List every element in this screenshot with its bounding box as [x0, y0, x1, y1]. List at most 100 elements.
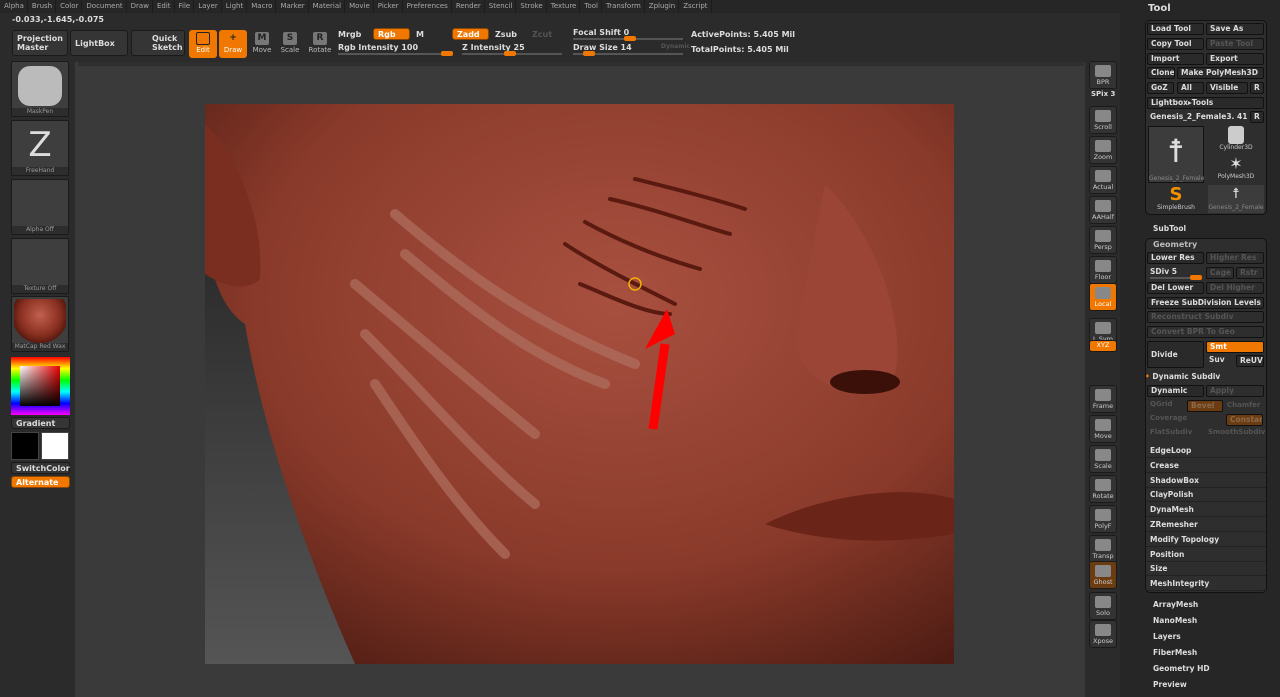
sdiv-slider[interactable]: SDiv 5 [1150, 267, 1177, 276]
coverage-slider[interactable]: Coverage [1150, 414, 1187, 422]
lower-res-button[interactable]: Lower Res [1147, 252, 1204, 264]
draw-size-slider[interactable] [573, 51, 683, 56]
rstr-button[interactable]: Rstr [1236, 267, 1264, 279]
make-polymesh-button[interactable]: Make PolyMesh3D [1177, 67, 1264, 79]
reuv-button[interactable]: ReUV [1236, 355, 1264, 367]
top-scrollbar[interactable] [78, 62, 1084, 66]
menu-tool[interactable]: Tool [580, 0, 602, 13]
menu-marker[interactable]: Marker [276, 0, 309, 13]
stroke-selector[interactable]: Z FreeHand [11, 120, 69, 176]
aahalf-button[interactable]: AAHalf [1089, 196, 1117, 224]
xpose-button[interactable]: Xpose [1089, 620, 1117, 648]
menu-transform[interactable]: Transform [602, 0, 645, 13]
menu-light[interactable]: Light [222, 0, 248, 13]
tool-thumb-genesis-2[interactable]: ☨ Genesis_2_Female [1208, 185, 1264, 213]
zadd-button[interactable]: Zadd [452, 28, 489, 40]
tool-section-geometry-hd[interactable]: Geometry HD [1153, 664, 1210, 673]
menu-material[interactable]: Material [309, 0, 346, 13]
menu-preferences[interactable]: Preferences [403, 0, 452, 13]
menu-draw[interactable]: Draw [127, 0, 153, 13]
sculpt-render[interactable] [205, 104, 954, 664]
geometry-item-shadowbox[interactable]: ShadowBox [1146, 474, 1266, 488]
menu-picker[interactable]: Picker [374, 0, 403, 13]
polyf-button[interactable]: PolyF [1089, 505, 1117, 533]
z-intensity-slider[interactable] [462, 51, 562, 56]
current-tool-r-button[interactable]: R [1250, 111, 1264, 123]
focal-shift-slider[interactable] [573, 36, 683, 41]
zsub-button[interactable]: Zsub [495, 30, 517, 39]
geometry-item-claypolish[interactable]: ClayPolish [1146, 488, 1266, 503]
subtool-section[interactable]: SubTool [1153, 224, 1186, 233]
menu-macro[interactable]: Macro [247, 0, 277, 13]
tool-section-fibermesh[interactable]: FiberMesh [1153, 648, 1197, 657]
menu-texture[interactable]: Texture [547, 0, 581, 13]
geometry-item-dynamesh[interactable]: DynaMesh [1146, 503, 1266, 518]
color-square[interactable] [20, 366, 60, 406]
menu-zplugin[interactable]: Zplugin [645, 0, 680, 13]
xyz-button[interactable]: XYZ [1089, 340, 1117, 352]
geometry-item-meshintegrity[interactable]: MeshIntegrity [1146, 577, 1266, 592]
import-button[interactable]: Import [1147, 53, 1204, 65]
paste-tool-button[interactable]: Paste Tool [1206, 38, 1264, 50]
alpha-selector[interactable]: Alpha Off [11, 179, 69, 235]
rgb-button[interactable]: Rgb [373, 28, 410, 40]
divide-button[interactable]: Divide [1147, 341, 1204, 368]
current-tool-slider[interactable]: Genesis_2_Female3. 41 [1150, 112, 1247, 121]
menu-document[interactable]: Document [82, 0, 127, 13]
draw-button[interactable]: + Draw [219, 30, 247, 58]
geometry-item-position[interactable]: Position [1146, 548, 1266, 562]
actual-button[interactable]: Actual [1089, 166, 1117, 194]
menu-zscript[interactable]: Zscript [679, 0, 712, 13]
del-higher-button[interactable]: Del Higher [1206, 282, 1264, 294]
move-button[interactable]: Move [1089, 415, 1117, 443]
geometry-item-edgeloop[interactable]: EdgeLoop [1146, 444, 1266, 458]
rotate-button[interactable]: Rotate [1089, 475, 1117, 503]
tool-section-preview[interactable]: Preview [1153, 680, 1187, 689]
move-button[interactable]: M Move [248, 30, 276, 58]
geometry-item-modify-topology[interactable]: Modify Topology [1146, 533, 1266, 547]
constant-toggle[interactable]: Constant [1226, 414, 1263, 426]
alternate-button[interactable]: Alternate [11, 476, 70, 488]
dynamic-subdiv-section[interactable]: • Dynamic Subdiv [1145, 372, 1220, 381]
zcut-button[interactable]: Zcut [532, 30, 552, 39]
lightbox-tools-button[interactable]: Lightbox▸Tools [1147, 97, 1264, 109]
quick-sketch-button[interactable]: Quick Sketch [131, 30, 185, 56]
ghost-button[interactable]: Ghost [1089, 561, 1117, 589]
tool-section-layers[interactable]: Layers [1153, 632, 1181, 641]
goz-button[interactable]: GoZ [1147, 82, 1174, 94]
export-button[interactable]: Export [1206, 53, 1264, 65]
m-button[interactable]: M [416, 30, 424, 39]
solo-button[interactable]: Solo [1089, 592, 1117, 620]
edit-button[interactable]: Edit [189, 30, 217, 58]
all-button[interactable]: All [1177, 82, 1204, 94]
scale-button[interactable]: Scale [1089, 445, 1117, 473]
mrgb-button[interactable]: Mrgb [338, 30, 361, 39]
menu-alpha[interactable]: Alpha [0, 0, 28, 13]
menu-movie[interactable]: Movie [345, 0, 374, 13]
smoothsubdiv-slider[interactable]: SmoothSubdiv [1208, 428, 1265, 436]
clone-button[interactable]: Clone [1147, 67, 1175, 79]
r-button[interactable]: R [1250, 82, 1264, 94]
menu-render[interactable]: Render [452, 0, 485, 13]
menu-stroke[interactable]: Stroke [516, 0, 547, 13]
tool-section-nanomesh[interactable]: NanoMesh [1153, 616, 1197, 625]
del-lower-button[interactable]: Del Lower [1147, 282, 1204, 294]
visible-button[interactable]: Visible [1206, 82, 1248, 94]
flatsubdiv-slider[interactable]: FlatSubdiv [1150, 428, 1192, 436]
dynamic-button[interactable]: Dynamic [1147, 385, 1204, 397]
geometry-item-zremesher[interactable]: ZRemesher [1146, 518, 1266, 532]
chamfer-toggle[interactable]: Chamfer [1227, 401, 1260, 409]
tool-thumb-polymesh[interactable]: ✶ PolyMesh3D [1208, 155, 1264, 183]
transp-button[interactable]: Transp [1089, 535, 1117, 563]
geometry-item-size[interactable]: Size [1146, 562, 1266, 577]
local-button[interactable]: Local [1089, 283, 1117, 311]
higher-res-button[interactable]: Higher Res [1206, 252, 1264, 264]
spix-slider[interactable]: SPix 3 [1091, 90, 1115, 98]
tool-thumb-genesis[interactable]: ☨ Genesis_2_Female [1148, 126, 1204, 183]
switch-color-button[interactable]: SwitchColor [11, 462, 70, 474]
geometry-item-crease[interactable]: Crease [1146, 459, 1266, 473]
save-as-button[interactable]: Save As [1206, 23, 1264, 35]
menu-file[interactable]: File [175, 0, 195, 13]
tool-section-arraymesh[interactable]: ArrayMesh [1153, 600, 1198, 609]
cage-button[interactable]: Cage [1206, 267, 1234, 279]
